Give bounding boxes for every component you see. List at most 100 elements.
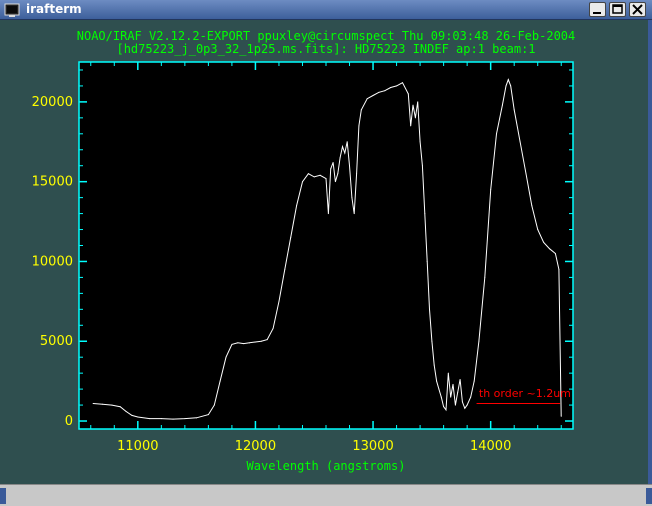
spectrum-point	[457, 391, 459, 393]
spectrum-point	[419, 141, 421, 143]
minimize-button[interactable]	[589, 2, 606, 17]
spectrum-point	[378, 91, 380, 93]
spectrum-point	[119, 406, 121, 408]
x-tick-label: 12000	[235, 439, 276, 454]
spectrum-point	[390, 87, 392, 89]
spectrum-point	[219, 380, 221, 382]
spectrum-point	[510, 85, 512, 87]
spectrum-point	[384, 90, 386, 92]
minimize-icon	[593, 12, 601, 14]
spectrum-point	[313, 176, 315, 178]
spectrum-point	[366, 98, 368, 100]
spectrum-point	[513, 109, 515, 111]
spectrum-point	[410, 125, 412, 127]
spectrum-point	[102, 403, 104, 405]
spectrum-point	[372, 95, 374, 97]
spectrum-point	[327, 213, 329, 215]
spectrum-point	[507, 79, 509, 81]
spectrum-point	[330, 168, 332, 170]
spectrum-point	[447, 372, 449, 374]
spectrum-point	[431, 340, 433, 342]
spectrum-point	[440, 396, 442, 398]
spectrum-point	[519, 141, 521, 143]
spectrum-point	[558, 268, 560, 270]
x-tick-label: 11000	[117, 439, 158, 454]
order-annotation: th order ~1.2um	[479, 387, 571, 400]
spectrum-point	[443, 406, 445, 408]
spectrum-point	[484, 276, 486, 278]
spectrum-point	[337, 173, 339, 175]
spectrum-point	[131, 414, 133, 416]
y-tick-label: 20000	[32, 95, 73, 110]
spectrum-point	[478, 340, 480, 342]
resize-handle-left[interactable]	[0, 488, 6, 504]
spectrum-point	[231, 343, 233, 345]
spectrum-point	[213, 404, 215, 406]
spectrum-point	[464, 407, 466, 409]
window-title: irafterm	[26, 2, 82, 16]
x-axis-label: Wavelength (angstroms)	[247, 459, 406, 473]
spectrum-point	[344, 152, 346, 154]
spectrum-point	[470, 396, 472, 398]
close-icon	[632, 4, 643, 15]
spectrum-point	[184, 418, 186, 420]
spectrum-point	[543, 241, 545, 243]
spectrum-point	[149, 418, 151, 420]
spectrum-point	[414, 117, 416, 119]
spectrum-point	[196, 417, 198, 419]
spectrum-point	[301, 181, 303, 183]
spectrum-point	[445, 409, 447, 411]
spectrum-point	[332, 162, 334, 164]
x-tick-label: 13000	[352, 439, 393, 454]
spectrum-point	[92, 402, 94, 404]
spectrum-point	[461, 401, 463, 403]
window-right-border	[648, 20, 652, 484]
spectrum-point	[111, 404, 113, 406]
spectrum-point	[260, 340, 262, 342]
x-tick-label: 14000	[470, 439, 511, 454]
spectrum-point	[452, 383, 454, 385]
spectrum-point	[438, 388, 440, 390]
spectrum-point	[296, 205, 298, 207]
spectrum-point	[290, 237, 292, 239]
spectrum-point	[490, 189, 492, 191]
maximize-button[interactable]	[609, 2, 626, 17]
y-tick-label: 5000	[40, 334, 73, 349]
irafterm-window: irafterm NOAO/IRAF V2.12.2-EXPORT ppuxle…	[0, 0, 652, 506]
spectrum-point	[505, 85, 507, 87]
spectrum-point	[356, 173, 358, 175]
spectrum-point	[525, 173, 527, 175]
spectrum-point	[421, 165, 423, 167]
y-tick-label: 10000	[32, 254, 73, 269]
spectrum-point	[125, 410, 127, 412]
y-tick-label: 0	[65, 414, 73, 429]
spectrum-point	[339, 157, 341, 159]
spectrum-point	[429, 308, 431, 310]
spectrum-point	[160, 418, 162, 420]
spectrum-point	[531, 205, 533, 207]
close-button[interactable]	[629, 2, 646, 17]
spectrum-point	[459, 379, 461, 381]
spectrum-point	[284, 268, 286, 270]
plot-frame	[78, 61, 574, 430]
irafterm-plot: NOAO/IRAF V2.12.2-EXPORT ppuxley@circums…	[32, 29, 576, 473]
spectrum-point	[243, 343, 245, 345]
title-bar[interactable]: irafterm	[0, 0, 652, 20]
window-bottom-border[interactable]	[0, 484, 652, 506]
spectrum-point	[172, 418, 174, 420]
spectrum-point	[207, 414, 209, 416]
spectrum-point	[307, 173, 309, 175]
spectrum-point	[225, 356, 227, 358]
spectrum-point	[412, 104, 414, 106]
spectrum-point	[424, 213, 426, 215]
spectrum-point	[325, 177, 327, 179]
spectrum-point	[272, 327, 274, 329]
spectrum-point	[436, 380, 438, 382]
spectrum-point	[401, 82, 403, 84]
spectrum-point	[454, 404, 456, 406]
resize-handle-right[interactable]	[646, 488, 652, 504]
spectrum-point	[351, 197, 353, 199]
spectrum-point	[266, 339, 268, 341]
spectrum-point	[254, 341, 256, 343]
spectrum-point	[360, 109, 362, 111]
